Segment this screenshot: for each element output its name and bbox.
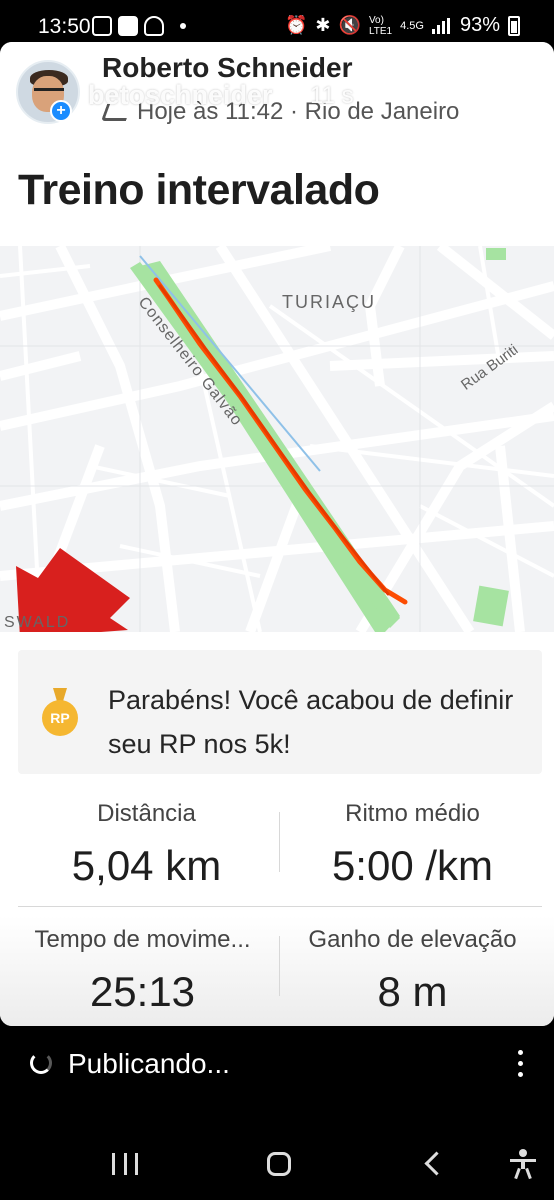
route-map: Conselheiro Galvão TURIAÇU Rua Buriti SW… (0, 246, 554, 632)
story-username[interactable]: betoschneider (88, 80, 273, 111)
status-time: 13:50 (38, 15, 91, 38)
activity-stats: Distância 5,04 km Ritmo médio 5:00 /km T… (0, 782, 554, 1026)
elevation-value: 8 m (377, 968, 448, 1015)
alarm-icon: ⏰ (285, 15, 308, 35)
pace-value: 5:00 /km (331, 842, 494, 889)
map-graphic (0, 246, 554, 632)
distance-value: 5,04 km (71, 842, 222, 889)
drive-icon (144, 16, 164, 36)
gallery-icon (92, 16, 112, 36)
volte-indicator: Vo) LTE1 (368, 14, 393, 37)
achievement-banner: RP Parabéns! Você acabou de definir seu … (18, 650, 542, 774)
moving-time-label: Tempo de movime... (34, 926, 251, 953)
more-notifications-icon (180, 23, 186, 29)
stat-pace: Ritmo médio 5:00 /km (274, 800, 551, 890)
activity-title: Treino intervalado (18, 166, 380, 214)
back-icon[interactable] (424, 1151, 449, 1176)
pace-label: Ritmo médio (345, 800, 480, 827)
navigation-bar (0, 1125, 554, 1200)
add-story-icon[interactable]: + (50, 100, 72, 122)
recents-icon[interactable] (112, 1153, 138, 1175)
story-time-ago: 11 s (310, 82, 354, 109)
battery-icon (508, 15, 520, 36)
story-progress-bar (10, 54, 544, 57)
achievement-message: Parabéns! Você acabou de definir seu RP … (108, 685, 514, 759)
activity-share-card: + Roberto Schneider Hoje às 11:42 · Rio … (0, 42, 554, 1026)
battery-percent: 93% (459, 14, 500, 36)
stat-elevation: Ganho de elevação 8 m (274, 926, 551, 1016)
distance-label: Distância (97, 800, 196, 827)
map-label-oswaldo: SWALD (4, 614, 71, 631)
stat-moving-time: Tempo de movime... 25:13 (4, 926, 281, 1016)
system-icons: ⏰ ✱ 🔇 Vo) LTE1 4.5G 93% (285, 14, 520, 37)
publishing-bar: Publicando... (0, 1030, 554, 1100)
home-icon[interactable] (267, 1152, 291, 1176)
bluetooth-icon: ✱ (315, 15, 331, 35)
photo-icon (118, 16, 138, 36)
loading-spinner-icon (30, 1052, 52, 1074)
notification-icons (92, 16, 186, 36)
story-progress-fill (10, 54, 304, 57)
moving-time-value: 25:13 (89, 968, 196, 1015)
signal-icon (431, 17, 452, 34)
publishing-status: Publicando... (68, 1048, 230, 1079)
accessibility-icon[interactable] (510, 1149, 536, 1180)
stats-divider (18, 906, 542, 907)
activity-header: + Roberto Schneider Hoje às 11:42 · Rio … (0, 42, 554, 246)
mute-icon: 🔇 (338, 15, 361, 35)
data-indicator: 4.5G (400, 19, 424, 32)
map-label-neighborhood: TURIAÇU (282, 292, 376, 312)
stat-distance: Distância 5,04 km (8, 800, 285, 890)
elevation-label: Ganho de elevação (308, 926, 517, 953)
more-options-icon[interactable] (518, 1050, 524, 1078)
medal-icon: RP (42, 688, 80, 738)
